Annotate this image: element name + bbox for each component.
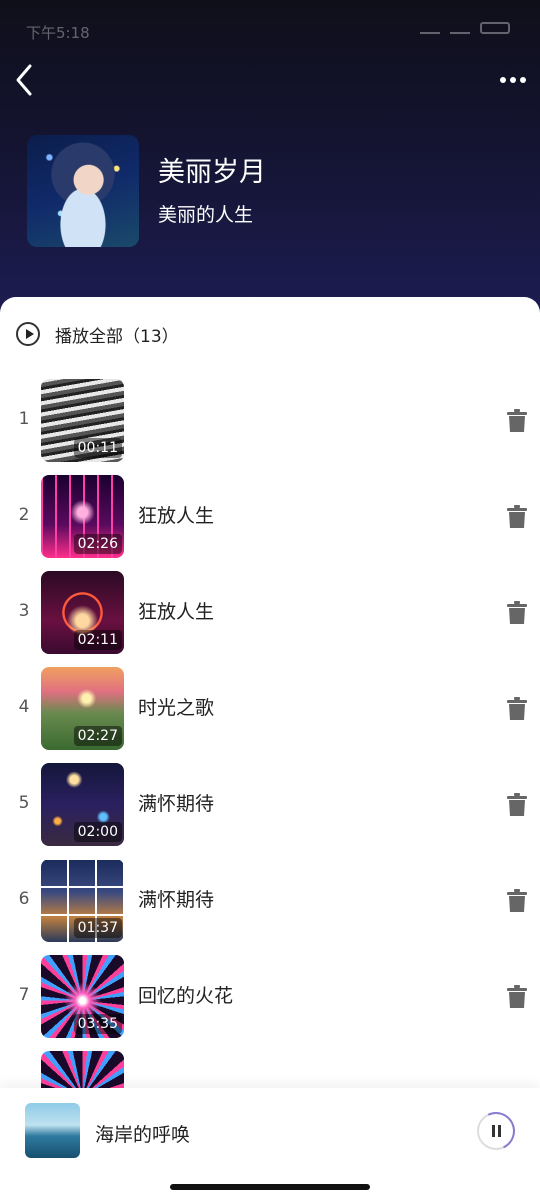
track-row[interactable]: 7 03:35 回忆的火花: [0, 955, 540, 1039]
album-title: 美丽岁月: [158, 157, 266, 188]
back-button[interactable]: [8, 62, 44, 98]
play-all-button[interactable]: 播放全部（13）: [16, 322, 179, 347]
track-duration: 01:37: [73, 918, 122, 938]
trash-icon[interactable]: [506, 505, 528, 529]
pause-icon: [492, 1125, 501, 1137]
track-thumbnail: 01:37: [41, 859, 124, 942]
pause-button[interactable]: [477, 1112, 515, 1150]
status-time: 下午5:18: [26, 24, 90, 42]
status-bar: 下午5:18: [0, 18, 540, 46]
track-duration: 02:00: [73, 822, 122, 842]
track-number: 4: [18, 697, 30, 717]
track-number: 1: [18, 409, 30, 429]
track-duration: 02:11: [73, 630, 122, 650]
track-duration: 02:26: [73, 534, 122, 554]
track-duration: 03:35: [73, 1014, 122, 1034]
album-cover: [27, 135, 139, 247]
home-indicator: [170, 1184, 370, 1190]
track-thumbnail: 02:27: [41, 667, 124, 750]
track-number: 2: [18, 505, 30, 525]
trash-icon[interactable]: [506, 793, 528, 817]
track-duration: 02:27: [73, 726, 122, 746]
play-all-label: 播放全部（13）: [55, 326, 179, 347]
trash-icon[interactable]: [506, 697, 528, 721]
track-thumbnail: 03:35: [41, 955, 124, 1038]
track-title: 满怀期待: [138, 889, 215, 911]
track-title: 狂放人生: [138, 505, 215, 527]
track-row[interactable]: 3 02:11 狂放人生: [0, 571, 540, 655]
play-circle-icon: [16, 322, 40, 346]
status-icons: [420, 22, 510, 34]
track-row[interactable]: 2 02:26 狂放人生: [0, 475, 540, 559]
track-number: 7: [18, 985, 30, 1005]
track-thumbnail: 02:26: [41, 475, 124, 558]
signal-icon: [420, 22, 440, 34]
track-number: 6: [18, 889, 30, 909]
track-number: 3: [18, 601, 30, 621]
track-row[interactable]: 5 02:00 满怀期待: [0, 763, 540, 847]
wifi-icon: [450, 22, 470, 34]
trash-icon[interactable]: [506, 601, 528, 625]
now-playing-cover: [25, 1103, 80, 1158]
trash-icon[interactable]: [506, 985, 528, 1009]
battery-icon: [480, 22, 510, 34]
track-thumbnail: 02:00: [41, 763, 124, 846]
trash-icon[interactable]: [506, 889, 528, 913]
now-playing-title: 海岸的呼唤: [95, 1124, 191, 1146]
track-title: 时光之歌: [138, 697, 215, 719]
track-title: 狂放人生: [138, 601, 215, 623]
track-title: 回忆的火花: [138, 985, 234, 1007]
album-subtitle: 美丽的人生: [158, 204, 254, 226]
track-duration: 00:11: [73, 438, 122, 458]
track-row[interactable]: 4 02:27 时光之歌: [0, 667, 540, 751]
more-options-button[interactable]: [496, 66, 530, 94]
trash-icon[interactable]: [506, 409, 528, 433]
track-row[interactable]: 1 00:11: [0, 379, 540, 463]
track-row[interactable]: 6 01:37 满怀期待: [0, 859, 540, 943]
chevron-left-icon: [16, 64, 32, 96]
track-number: 5: [18, 793, 30, 813]
track-title: 满怀期待: [138, 793, 215, 815]
track-thumbnail: 00:11: [41, 379, 124, 462]
more-dots-icon: [500, 77, 506, 83]
track-thumbnail: 02:11: [41, 571, 124, 654]
